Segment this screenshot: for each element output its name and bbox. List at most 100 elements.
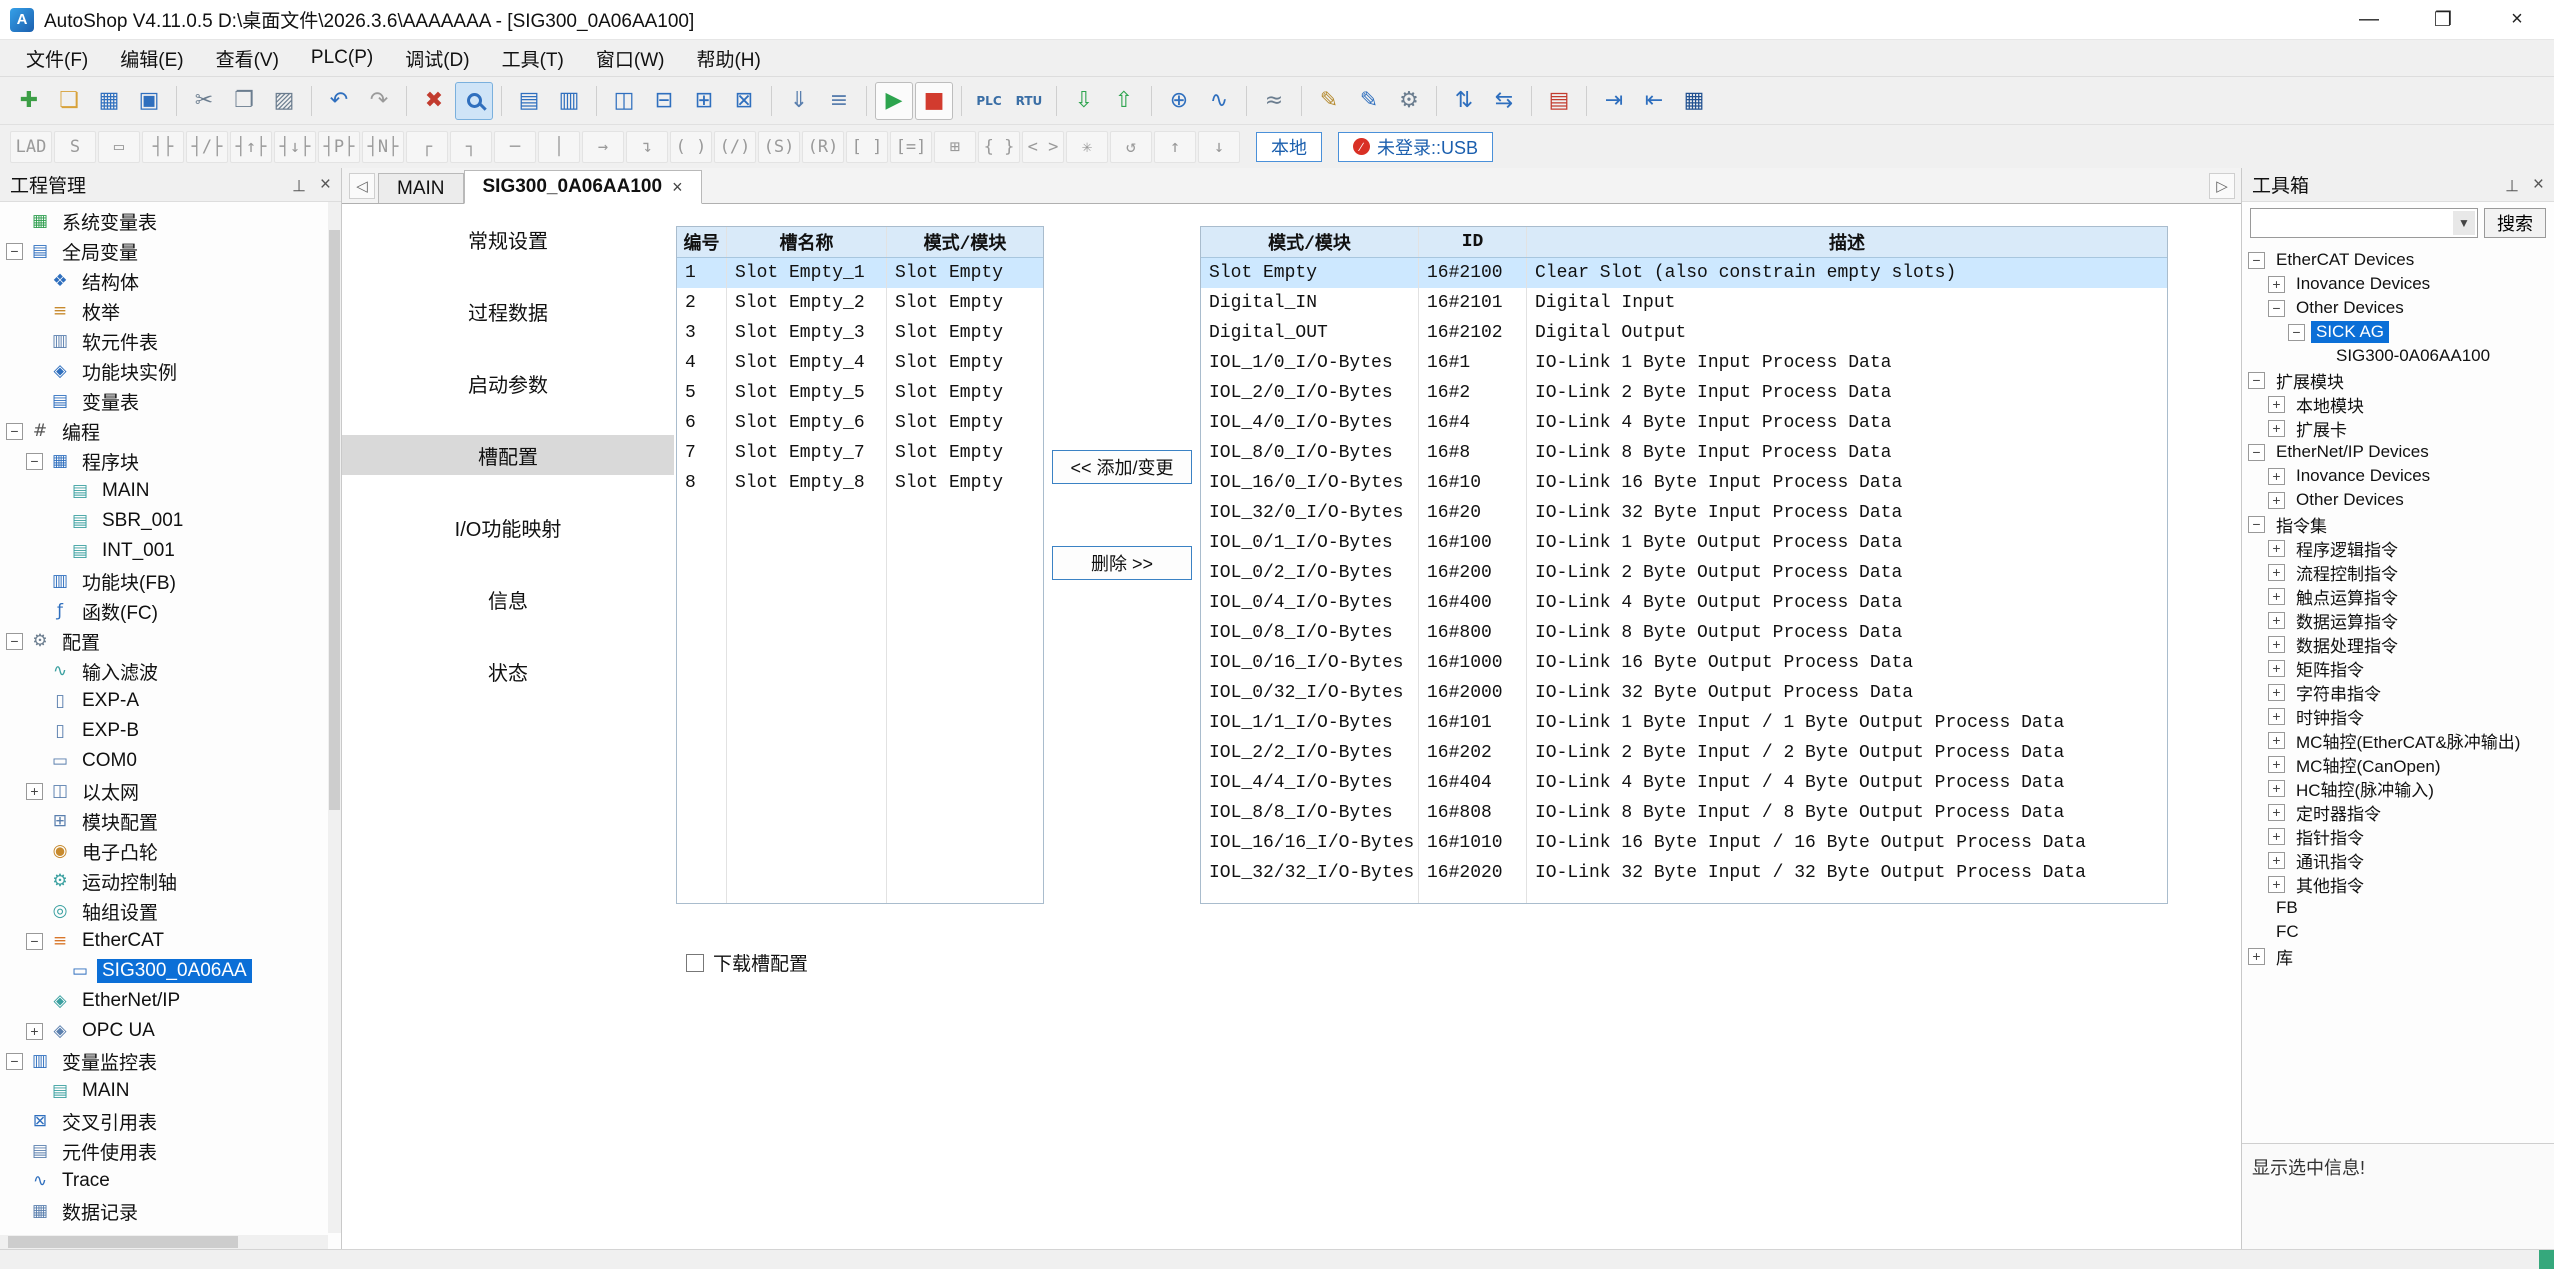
project-tree-item-r19[interactable]: +◫以太网 bbox=[0, 776, 341, 806]
expand-icon[interactable]: + bbox=[2268, 804, 2285, 821]
menu-window[interactable]: 窗口(W) bbox=[580, 40, 681, 76]
print-preview-icon[interactable]: ▥ bbox=[550, 82, 588, 120]
toolbox-tree-item-r16[interactable]: +数据处理指令 bbox=[2242, 632, 2554, 656]
toolbox-search-input[interactable] bbox=[2253, 211, 2451, 235]
project-tree-item-r23[interactable]: ◎轴组设置 bbox=[0, 896, 341, 926]
download-slot-config-checkbox[interactable] bbox=[686, 954, 704, 972]
module-row[interactable]: IOL_2/0_I/O-Bytes16#2IO-Link 2 Byte Inpu… bbox=[1201, 378, 2167, 408]
minimize-button[interactable]: — bbox=[2332, 0, 2406, 39]
menu-view[interactable]: 查看(V) bbox=[200, 40, 295, 76]
pin-icon[interactable]: ⊤ bbox=[292, 175, 306, 195]
menu-help[interactable]: 帮助(H) bbox=[680, 40, 776, 76]
project-tree-item-Trace[interactable]: ∿Trace bbox=[0, 1166, 341, 1196]
expand-icon[interactable]: + bbox=[2268, 540, 2285, 557]
toolbox-tree-item-r29[interactable]: +库 bbox=[2242, 944, 2554, 968]
chevron-down-icon[interactable]: ▼ bbox=[2453, 211, 2475, 235]
tab-MAIN[interactable]: MAIN bbox=[378, 173, 464, 203]
branch-up-icon[interactable]: ┐ bbox=[450, 131, 492, 163]
coil-icon[interactable]: ( ) bbox=[670, 131, 712, 163]
download-plc-icon[interactable]: ⇩ bbox=[1065, 82, 1103, 120]
project-tree-item-r0[interactable]: ▦系统变量表 bbox=[0, 206, 341, 236]
toolbox-tree-item-EtherCATDevices[interactable]: −EtherCAT Devices bbox=[2242, 248, 2554, 272]
edit-pen-icon[interactable]: ✎ bbox=[1310, 82, 1348, 120]
toolbox-tree-item-SICKAG[interactable]: −SICK AG bbox=[2242, 320, 2554, 344]
settings-item-IO[interactable]: I/O功能映射 bbox=[342, 507, 674, 547]
project-tree-item-r7[interactable]: −#编程 bbox=[0, 416, 341, 446]
toolbox-tree-item-r5[interactable]: −扩展模块 bbox=[2242, 368, 2554, 392]
monitor-table-icon[interactable]: ▦ bbox=[1675, 82, 1713, 120]
toolbox-tree-item-r24[interactable]: +指针指令 bbox=[2242, 824, 2554, 848]
undo-icon[interactable]: ↶ bbox=[320, 82, 358, 120]
project-tree-item-r5[interactable]: ◈功能块实例 bbox=[0, 356, 341, 386]
compile-all-icon[interactable]: ≡ bbox=[820, 82, 858, 120]
module-row[interactable]: Digital_IN16#2101Digital Input bbox=[1201, 288, 2167, 318]
settings-gear-icon[interactable]: ⚙ bbox=[1390, 82, 1428, 120]
project-tree-item-r30[interactable]: ⊠交叉引用表 bbox=[0, 1106, 341, 1136]
scrollbar-thumb[interactable] bbox=[329, 230, 340, 810]
coil-reset-icon[interactable]: (R) bbox=[802, 131, 844, 163]
settings-item-r0[interactable]: 常规设置 bbox=[342, 219, 674, 259]
project-tree-item-r21[interactable]: ◉电子凸轮 bbox=[0, 836, 341, 866]
project-tree-item-r3[interactable]: ≡枚举 bbox=[0, 296, 341, 326]
toolbox-tree-item-r12[interactable]: +程序逻辑指令 bbox=[2242, 536, 2554, 560]
project-tree-item-OPCUA[interactable]: +◈OPC UA bbox=[0, 1016, 341, 1046]
tab-SIG300_0A06AA100[interactable]: SIG300_0A06AA100× bbox=[464, 170, 702, 204]
project-tree-item-r31[interactable]: ▤元件使用表 bbox=[0, 1136, 341, 1166]
cut-icon[interactable]: ✂ bbox=[185, 82, 223, 120]
collapse-icon[interactable]: − bbox=[2248, 372, 2265, 389]
project-tree-item-EXP-B[interactable]: ▯EXP-B bbox=[0, 716, 341, 746]
coil-not-icon[interactable]: (/) bbox=[714, 131, 756, 163]
contact-n-icon[interactable]: ┤N├ bbox=[362, 131, 404, 163]
settings-item-r1[interactable]: 过程数据 bbox=[342, 291, 674, 331]
compare-block-icon[interactable]: [=] bbox=[890, 131, 932, 163]
expand-icon[interactable]: + bbox=[2268, 828, 2285, 845]
module-row[interactable]: IOL_0/8_I/O-Bytes16#800IO-Link 8 Byte Ou… bbox=[1201, 618, 2167, 648]
slot-row[interactable]: 3Slot Empty_3Slot Empty bbox=[677, 318, 1043, 348]
tab-close-icon[interactable]: × bbox=[672, 177, 683, 198]
edge-down-icon[interactable]: ↓ bbox=[1198, 131, 1240, 163]
search-icon[interactable] bbox=[455, 82, 493, 120]
project-tree-item-r4[interactable]: ▥软元件表 bbox=[0, 326, 341, 356]
toolbox-tree-item-FC[interactable]: FC bbox=[2242, 920, 2554, 944]
step-out-icon[interactable]: ⇤ bbox=[1635, 82, 1673, 120]
vertical-line-icon[interactable]: │ bbox=[538, 131, 580, 163]
expand-icon[interactable]: + bbox=[2268, 588, 2285, 605]
toolbox-search-button[interactable]: 搜索 bbox=[2484, 208, 2546, 238]
expand-icon[interactable]: + bbox=[2268, 660, 2285, 677]
toolbox-tree-item-r25[interactable]: +通讯指令 bbox=[2242, 848, 2554, 872]
module-row[interactable]: IOL_32/32_I/O-Bytes16#2020IO-Link 32 Byt… bbox=[1201, 858, 2167, 888]
collapse-icon[interactable]: − bbox=[6, 243, 23, 260]
settings-item-r6[interactable]: 状态 bbox=[342, 651, 674, 691]
toolbox-tree-item-InovanceDevices[interactable]: +Inovance Devices bbox=[2242, 272, 2554, 296]
refresh-icon[interactable]: ↺ bbox=[1110, 131, 1152, 163]
upload-plc-icon[interactable]: ⇧ bbox=[1105, 82, 1143, 120]
function-block-icon[interactable]: [ ] bbox=[846, 131, 888, 163]
project-tree-item-r20[interactable]: ⊞模块配置 bbox=[0, 806, 341, 836]
module-row[interactable]: IOL_0/16_I/O-Bytes16#1000IO-Link 16 Byte… bbox=[1201, 648, 2167, 678]
contact-p-icon[interactable]: ┤P├ bbox=[318, 131, 360, 163]
close-panel-icon[interactable]: × bbox=[320, 174, 331, 196]
oscilloscope-icon[interactable]: ∿ bbox=[1200, 82, 1238, 120]
expand-icon[interactable]: + bbox=[2268, 852, 2285, 869]
module-row[interactable]: IOL_1/0_I/O-Bytes16#1IO-Link 1 Byte Inpu… bbox=[1201, 348, 2167, 378]
expand-icon[interactable]: + bbox=[2268, 492, 2285, 509]
rtu-config-icon[interactable]: RTU bbox=[1010, 82, 1048, 120]
grid-insert-icon[interactable]: ⊞ bbox=[934, 131, 976, 163]
expand-icon[interactable]: + bbox=[2268, 732, 2285, 749]
project-tree-vertical-scrollbar[interactable] bbox=[328, 202, 341, 1233]
toolbox-tree-item-r13[interactable]: +流程控制指令 bbox=[2242, 560, 2554, 584]
expand-icon[interactable]: + bbox=[2268, 756, 2285, 773]
project-tree-item-EtherCAT[interactable]: −≡EtherCAT bbox=[0, 926, 341, 956]
module-row[interactable]: Slot Empty16#2100Clear Slot (also constr… bbox=[1201, 258, 2167, 288]
expand-icon[interactable]: + bbox=[26, 783, 43, 800]
project-tree-horizontal-scrollbar[interactable] bbox=[0, 1235, 328, 1249]
collapse-icon[interactable]: − bbox=[26, 933, 43, 950]
copy-icon[interactable]: ❐ bbox=[225, 82, 263, 120]
restore-button[interactable]: ❐ bbox=[2406, 0, 2480, 39]
window-close-all-icon[interactable]: ⊠ bbox=[725, 82, 763, 120]
module-row[interactable]: IOL_0/32_I/O-Bytes16#2000IO-Link 32 Byte… bbox=[1201, 678, 2167, 708]
toolbox-tree-item-OtherDevices[interactable]: +Other Devices bbox=[2242, 488, 2554, 512]
step-into-icon[interactable]: ⇥ bbox=[1595, 82, 1633, 120]
toolbox-search-combo[interactable]: ▼ bbox=[2250, 208, 2478, 238]
toolbox-tree-item-r17[interactable]: +矩阵指令 bbox=[2242, 656, 2554, 680]
